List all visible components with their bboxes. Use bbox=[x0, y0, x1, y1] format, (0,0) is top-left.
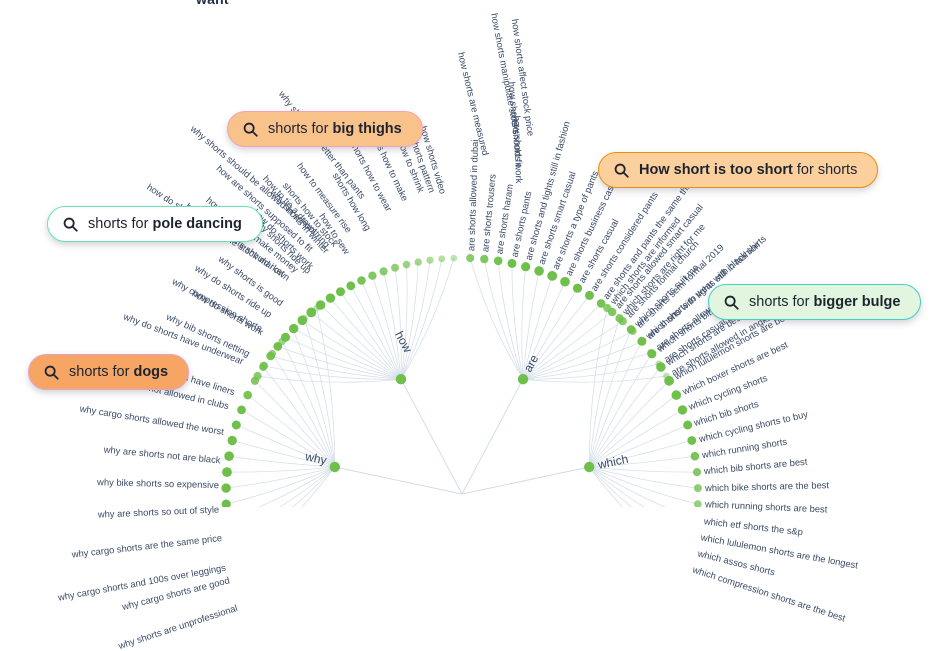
pill-label: shorts for dogs bbox=[69, 365, 168, 380]
leaf-label: which etf shorts the s&p bbox=[702, 515, 804, 538]
leaf-label: how shorts work bbox=[511, 115, 525, 184]
search-icon bbox=[613, 162, 630, 179]
pill-big-thighs[interactable]: shorts for big thighs bbox=[227, 111, 423, 147]
pill-label: shorts for big thighs bbox=[268, 122, 402, 137]
leaf-label: why cargo shorts are the same price bbox=[70, 531, 223, 560]
pill-keyword: bigger bulge bbox=[813, 293, 901, 310]
pill-label: shorts for bigger bulge bbox=[749, 295, 900, 310]
keyword-radial-visualization: want why shorts are unprofessionalwhy ca… bbox=[0, 0, 935, 651]
leaf-label: why shorts are unprofessional bbox=[116, 602, 239, 651]
search-icon bbox=[62, 216, 79, 233]
leaf-label: which running shorts are best bbox=[704, 498, 828, 515]
pill-prefix: shorts for bbox=[268, 120, 333, 137]
pill-too-short[interactable]: How short is too short for shorts bbox=[598, 152, 879, 188]
pill-pole-dancing[interactable]: shorts for pole dancing bbox=[47, 206, 263, 242]
search-icon bbox=[723, 294, 740, 311]
pill-keyword: big thighs bbox=[332, 120, 402, 137]
pill-bigger-bulge[interactable]: shorts for bigger bulge bbox=[708, 284, 922, 320]
search-icon bbox=[242, 121, 259, 138]
pill-keyword: pole dancing bbox=[152, 215, 242, 232]
search-icon bbox=[43, 364, 60, 381]
pill-prefix: shorts for bbox=[69, 363, 134, 380]
pill-dogs[interactable]: shorts for dogs bbox=[28, 354, 190, 390]
pill-prefix: shorts for bbox=[749, 293, 814, 310]
leaf-label: why are shorts so out of style bbox=[97, 503, 220, 521]
pill-keyword: How short is too short bbox=[639, 161, 793, 178]
pill-prefix: shorts for bbox=[88, 215, 153, 232]
pill-label: How short is too short for shorts bbox=[639, 163, 857, 178]
pill-keyword: dogs bbox=[133, 363, 169, 380]
pill-label: shorts for pole dancing bbox=[88, 217, 242, 232]
pill-suffix: for shorts bbox=[792, 161, 858, 178]
